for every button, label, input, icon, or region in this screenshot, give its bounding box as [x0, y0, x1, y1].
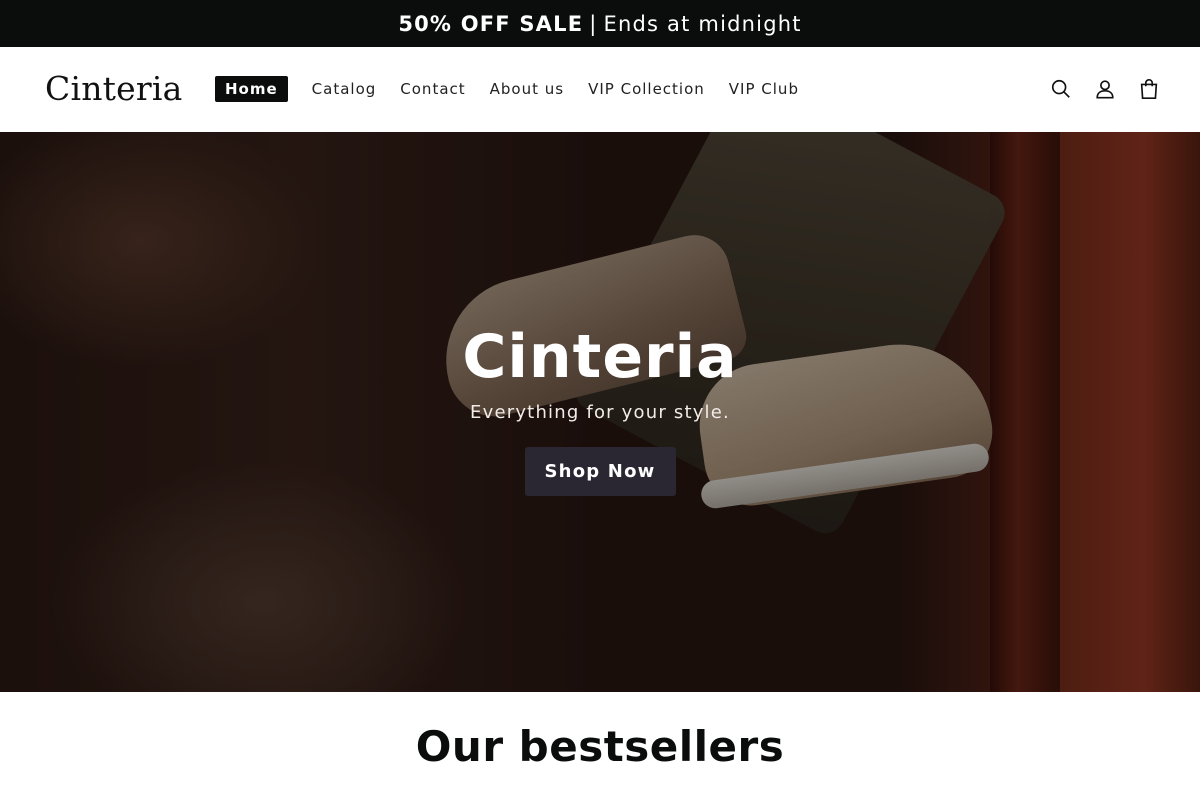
nav-item-vip-collection[interactable]: VIP Collection	[588, 76, 705, 102]
search-icon[interactable]	[1050, 76, 1072, 102]
announcement-bar: 50% OFF SALE | Ends at midnight	[0, 0, 1200, 47]
site-logo[interactable]: Cinteria	[45, 67, 182, 111]
cart-icon[interactable]	[1138, 76, 1160, 102]
nav-item-contact[interactable]: Contact	[400, 76, 465, 102]
announcement-sale-text: 50% OFF SALE	[398, 11, 584, 36]
nav-item-vip-club[interactable]: VIP Club	[729, 76, 799, 102]
bestsellers-heading: Our bestsellers	[415, 722, 785, 771]
shop-now-button[interactable]: Shop Now	[524, 447, 676, 496]
nav-item-home[interactable]: Home	[215, 76, 288, 102]
hero-title: Cinteria	[462, 322, 738, 392]
announcement-separator: |	[589, 11, 598, 36]
announcement-deadline-text: Ends at midnight	[603, 11, 802, 36]
hero-banner: Cinteria Everything for your style. Shop…	[0, 132, 1200, 692]
nav-item-about-us[interactable]: About us	[490, 76, 564, 102]
main-nav: Home Catalog Contact About us VIP Collec…	[215, 76, 823, 102]
header-icons	[1050, 76, 1160, 102]
nav-item-catalog[interactable]: Catalog	[312, 76, 377, 102]
hero-content: Cinteria Everything for your style. Shop…	[0, 132, 1200, 692]
site-header: Cinteria Home Catalog Contact About us V…	[0, 47, 1200, 132]
account-icon[interactable]	[1094, 76, 1116, 102]
hero-subtitle: Everything for your style.	[470, 402, 730, 423]
